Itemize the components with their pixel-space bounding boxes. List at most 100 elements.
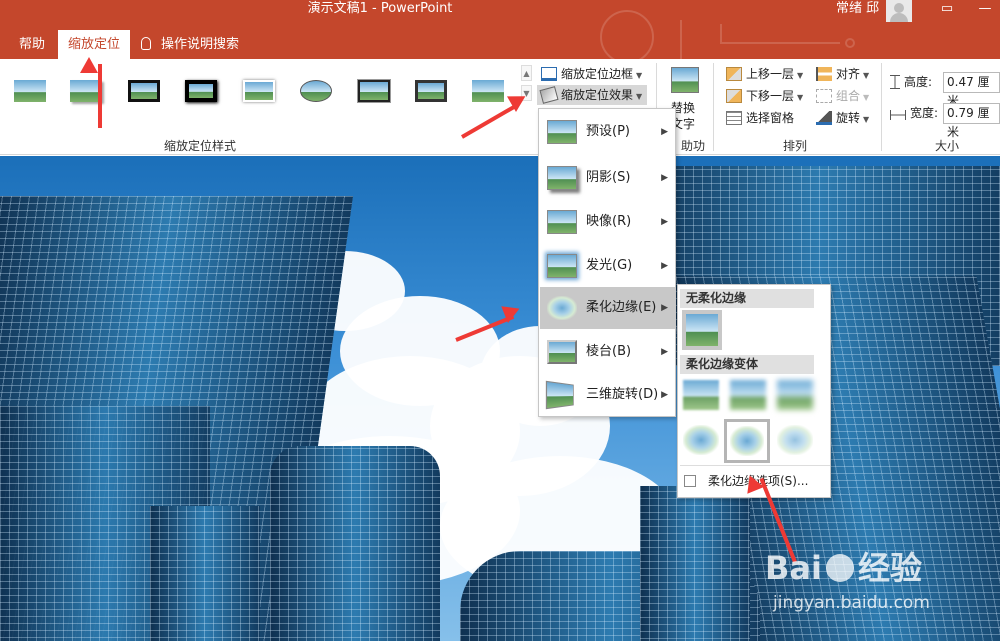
- group-label-arrange: 排列: [782, 139, 807, 153]
- menu-item-preset[interactable]: 预设(P) ▶: [540, 111, 676, 153]
- height-input[interactable]: 0.47 厘米: [943, 72, 1000, 108]
- zoom-style-3[interactable]: [126, 76, 162, 106]
- menu-item-label: 棱台(B): [586, 344, 632, 359]
- zoom-border-button[interactable]: 缩放定位边框 ▼: [541, 64, 642, 84]
- align-button[interactable]: 对齐 ▼: [816, 64, 869, 84]
- menu-item-label: 三维旋转(D): [586, 387, 659, 402]
- group-label-size: 大小: [934, 139, 959, 153]
- preset-icon: [547, 120, 577, 144]
- width-icon: [890, 110, 906, 120]
- shadow-icon: [547, 166, 577, 190]
- send-backward-button[interactable]: 下移一层 ▼: [726, 86, 803, 106]
- soft-edge-5pt-option[interactable]: [777, 380, 813, 410]
- ribbon: ▲ ▼ 缩放定位样式 缩放定位边框▼ 缩放定位效果▼ 替换 文字 助功能 上移一…: [0, 59, 1000, 170]
- menu-item-soft-edges[interactable]: 柔化边缘(E) ▶: [540, 287, 676, 329]
- soft-edge-2pt-option[interactable]: [730, 380, 766, 410]
- decoration-dot: [845, 38, 855, 48]
- decoration-circle: [600, 10, 654, 64]
- soft-edge-10pt-option[interactable]: [683, 425, 719, 455]
- group-label: 组合: [836, 89, 861, 103]
- zoom-effect-menu: 预设(P) ▶ 阴影(S) ▶ 映像(R) ▶ 发光(G) ▶ 柔化边缘(E) …: [538, 108, 676, 417]
- width-label-text: 宽度:: [910, 106, 939, 120]
- selection-pane-label: 选择窗格: [746, 111, 795, 125]
- group-button[interactable]: 组合 ▼: [816, 86, 869, 106]
- menu-item-reflection[interactable]: 映像(R) ▶: [540, 201, 676, 243]
- menu-item-bevel[interactable]: 棱台(B) ▶: [540, 331, 676, 373]
- zoom-style-1[interactable]: [12, 76, 48, 106]
- tab-zoom[interactable]: 缩放定位: [58, 30, 131, 59]
- submenu-arrow-icon: ▶: [661, 217, 668, 227]
- width-input[interactable]: 0.79 厘米: [943, 103, 1000, 139]
- submenu-arrow-icon: ▶: [661, 390, 668, 400]
- decoration-line: [720, 24, 840, 44]
- menu-item-glow[interactable]: 发光(G) ▶: [540, 245, 676, 287]
- align-label: 对齐: [836, 67, 861, 81]
- height-label-text: 高度:: [904, 75, 933, 89]
- rotate-button[interactable]: 旋转 ▼: [816, 108, 869, 128]
- send-backward-icon: [726, 89, 742, 103]
- window-title: 演示文稿1 - PowerPoint: [307, 1, 453, 16]
- zoom-border-label: 缩放定位边框: [561, 67, 634, 81]
- menu-item-shadow[interactable]: 阴影(S) ▶: [540, 157, 676, 199]
- selection-pane-button[interactable]: 选择窗格: [726, 108, 794, 128]
- soft-edge-25pt-option[interactable]: [724, 419, 770, 463]
- tell-me-label: 操作说明搜索: [161, 37, 240, 52]
- tab-help[interactable]: 帮助: [19, 30, 45, 59]
- gallery-scroll-up-icon[interactable]: ▲: [521, 65, 532, 81]
- glow-icon: [547, 254, 577, 278]
- rotate-label: 旋转: [836, 111, 861, 125]
- height-icon: [890, 75, 900, 89]
- zoom-style-5[interactable]: [241, 76, 277, 106]
- zoom-style-6[interactable]: [298, 76, 334, 106]
- submenu-arrow-icon: ▶: [661, 261, 668, 271]
- bring-forward-button[interactable]: 上移一层 ▼: [726, 64, 803, 84]
- soft-edge-variants-header: 柔化边缘变体: [680, 355, 814, 374]
- user-avatar-icon[interactable]: [886, 0, 912, 22]
- submenu-arrow-icon: ▶: [661, 173, 668, 183]
- zoom-style-7[interactable]: [356, 76, 392, 106]
- soft-edge-none-option[interactable]: [682, 310, 722, 350]
- rotate-icon: [816, 111, 832, 125]
- submenu-arrow-icon: ▶: [661, 303, 668, 313]
- baidu-watermark: Bai 经验 jingyan.baidu.com: [765, 548, 1000, 628]
- minimize-button[interactable]: —: [970, 0, 1000, 22]
- reflection-icon: [547, 210, 577, 234]
- menu-item-label: 映像(R): [586, 214, 632, 229]
- bring-forward-icon: [726, 67, 742, 81]
- send-backward-label: 下移一层: [746, 89, 795, 103]
- menu-item-3d-rotation[interactable]: 三维旋转(D) ▶: [540, 374, 676, 416]
- zoom-style-4[interactable]: [183, 76, 219, 106]
- soft-edge-50pt-option[interactable]: [777, 425, 813, 455]
- watermark-brand: Bai 经验: [765, 549, 922, 587]
- ribbon-tabs: 帮助 缩放定位 操作说明搜索: [0, 10, 1000, 64]
- zoom-style-8[interactable]: [413, 76, 449, 106]
- restore-ribbon-icon[interactable]: ▭: [932, 0, 962, 22]
- menu-item-label: 预设(P): [586, 124, 630, 139]
- tab-tell-me[interactable]: 操作说明搜索: [141, 30, 239, 59]
- submenu-arrow-icon: ▶: [661, 347, 668, 357]
- title-bar: 演示文稿1 - PowerPoint 常绪 邱 ▭ —: [0, 0, 1000, 30]
- bevel-icon: [547, 340, 577, 364]
- watermark-url: jingyan.baidu.com: [773, 593, 930, 613]
- submenu-arrow-icon: ▶: [661, 127, 668, 137]
- zoom-effect-label: 缩放定位效果: [561, 88, 634, 102]
- width-label: 宽度:: [890, 103, 938, 123]
- selection-pane-icon: [726, 111, 742, 125]
- pen-border-icon: [541, 67, 557, 81]
- soft-edge-1pt-option[interactable]: [683, 380, 719, 410]
- menu-item-label: 发光(G): [586, 258, 633, 273]
- user-name[interactable]: 常绪 邱: [836, 0, 879, 18]
- menu-item-label: 阴影(S): [586, 170, 631, 185]
- decoration-line: [680, 20, 682, 60]
- zoom-style-9[interactable]: [470, 76, 506, 106]
- height-label: 高度:: [890, 72, 932, 92]
- zoom-effect-button[interactable]: 缩放定位效果 ▼: [537, 85, 647, 105]
- soft-edges-icon: [547, 296, 577, 320]
- lightbulb-icon: [141, 37, 151, 50]
- alt-text-icon: [671, 67, 699, 93]
- 3d-rotation-icon: [545, 380, 574, 410]
- soft-edges-submenu: 无柔化边缘 柔化边缘变体 柔化边缘选项(S)...: [677, 284, 831, 498]
- group-label-styles: 缩放定位样式: [163, 139, 236, 153]
- align-icon: [816, 67, 832, 81]
- no-soft-edge-header: 无柔化边缘: [680, 289, 814, 308]
